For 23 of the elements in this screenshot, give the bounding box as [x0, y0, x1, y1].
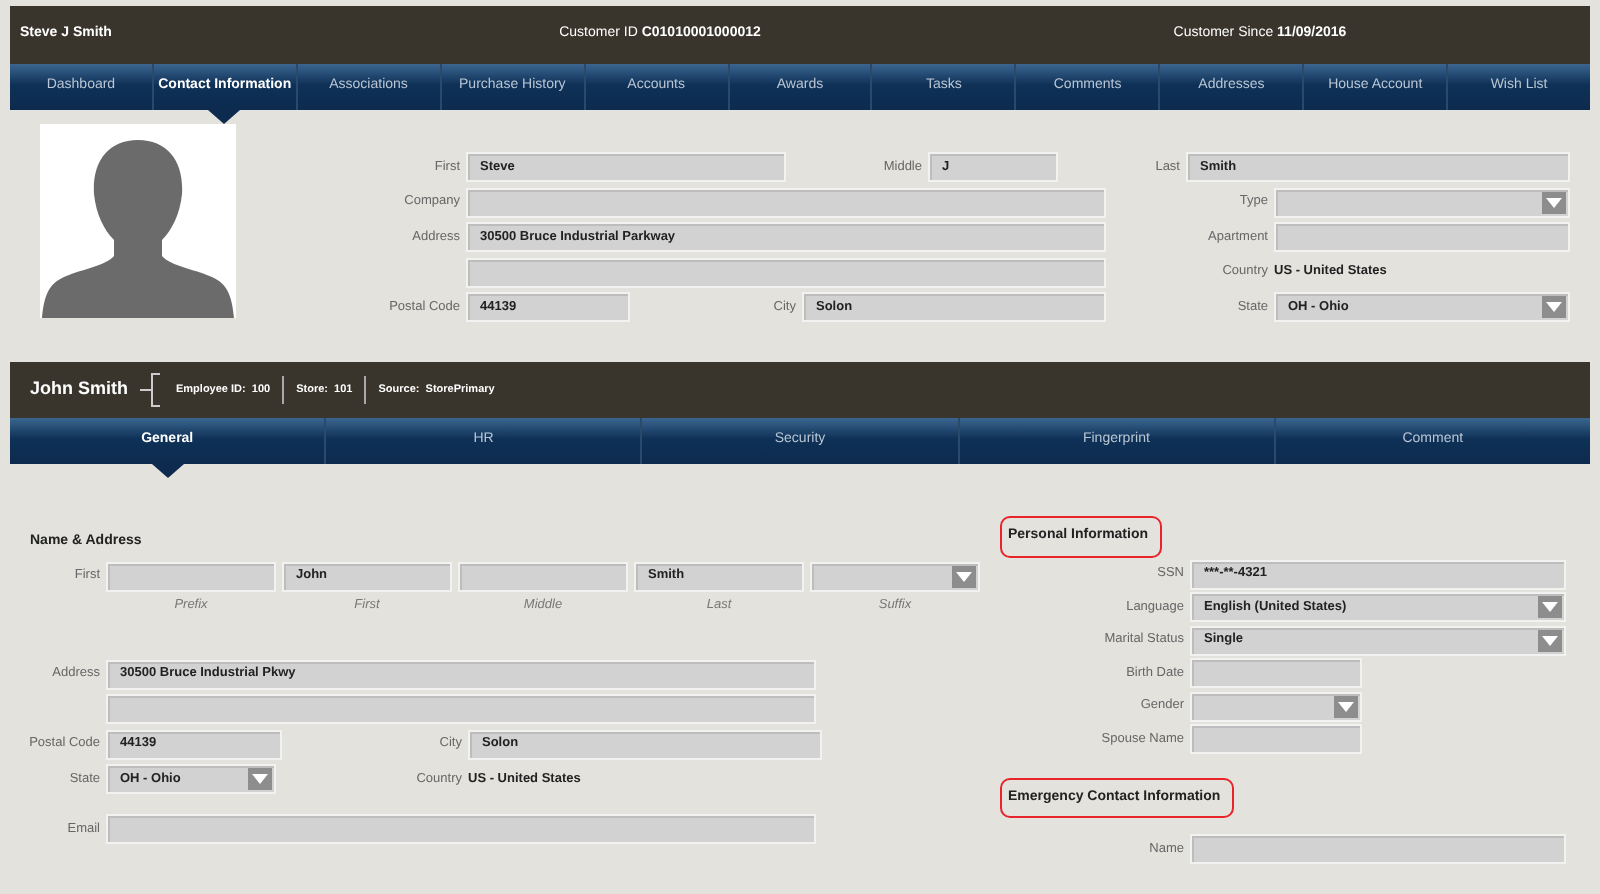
dropdown-arrow-icon	[1334, 695, 1358, 717]
input-field[interactable]	[1190, 724, 1362, 754]
input-field[interactable]	[106, 561, 276, 591]
input-field[interactable]	[1190, 834, 1566, 864]
bracket-icon	[140, 372, 164, 408]
input-field[interactable]	[106, 694, 816, 725]
dropdown-arrow-icon	[248, 768, 272, 791]
dropdown-field[interactable]	[1190, 691, 1362, 721]
dropdown-arrow-icon	[1542, 296, 1566, 318]
dropdown-arrow-icon	[1538, 629, 1562, 651]
dropdown-arrow-icon	[1538, 596, 1562, 618]
input-field[interactable]	[466, 187, 1106, 217]
input-field[interactable]	[466, 257, 1106, 287]
dropdown-arrow-icon	[1542, 191, 1566, 213]
input-field[interactable]	[1274, 222, 1570, 252]
selected-tab-pointer	[151, 464, 184, 478]
dropdown-field[interactable]	[810, 561, 980, 591]
input-field[interactable]	[106, 814, 816, 845]
dropdown-arrow-icon	[952, 565, 976, 587]
dropdown-field[interactable]	[1274, 187, 1570, 217]
input-field[interactable]	[458, 561, 628, 591]
input-field[interactable]	[1190, 658, 1362, 688]
employee-name: John Smith	[30, 376, 128, 403]
